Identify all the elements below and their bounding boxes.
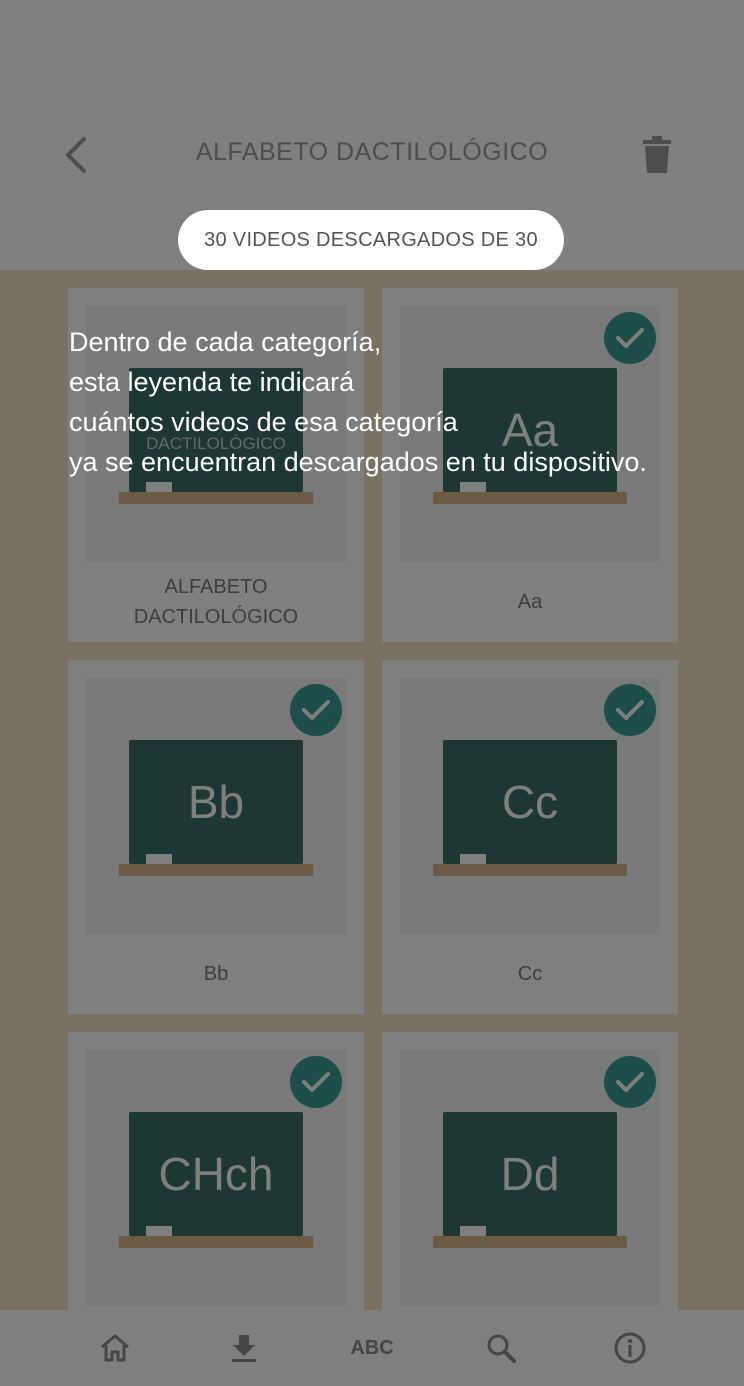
tutorial-overlay[interactable] [0,0,744,1386]
tutorial-hint: Dentro de cada categoría, esta leyenda t… [69,322,709,482]
downloaded-count-badge: 30 VIDEOS DESCARGADOS DE 30 [178,210,564,270]
hint-line: cuántos videos de esa categoría [69,407,458,437]
hint-line: Dentro de cada categoría, [69,327,382,357]
hint-line: ya se encuentran descargados en tu dispo… [69,447,647,477]
hint-line: esta leyenda te indicará [69,367,355,397]
